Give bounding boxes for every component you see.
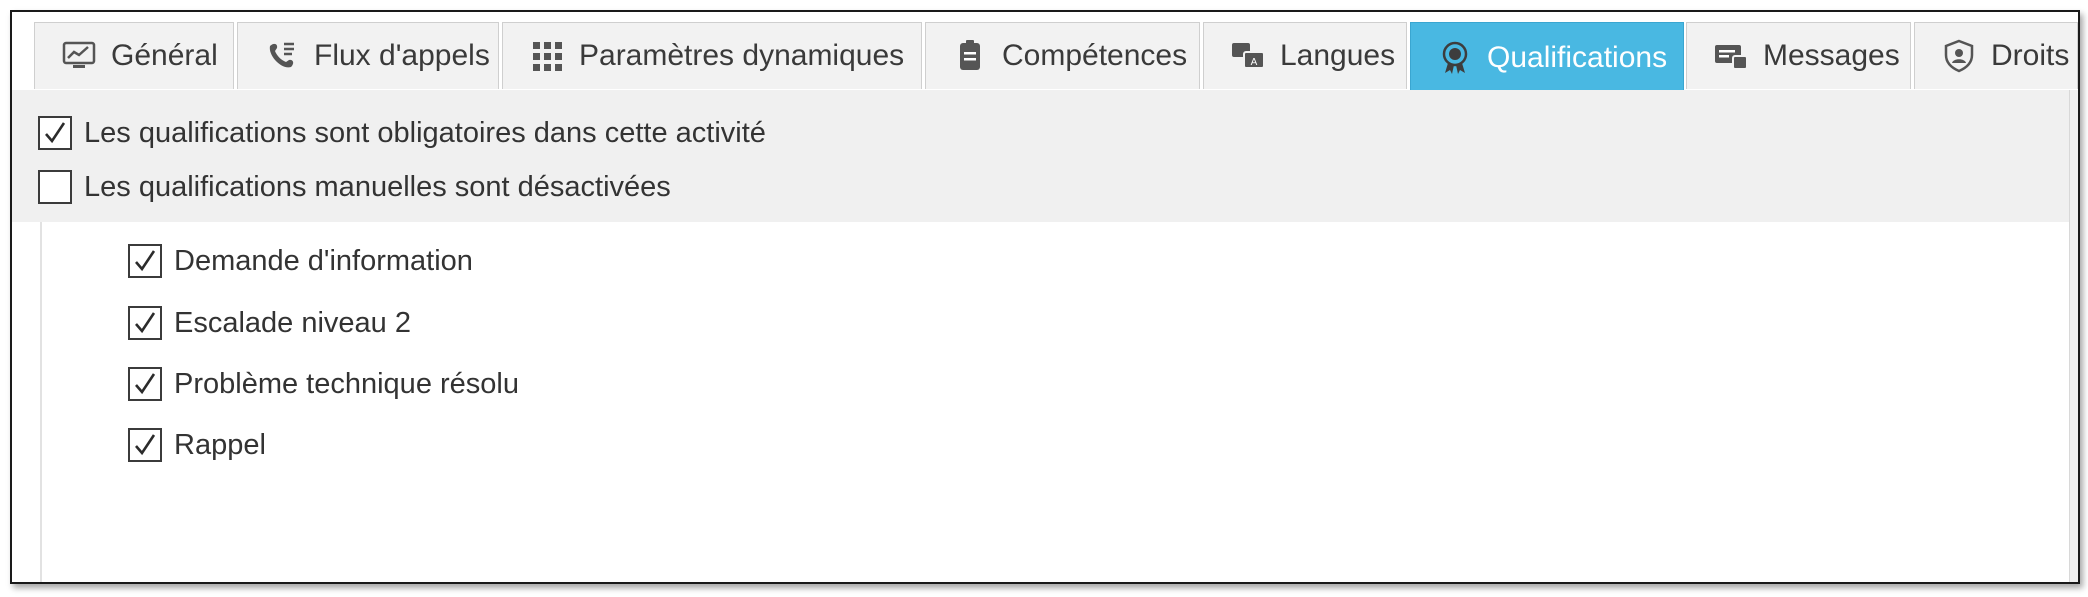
mandatory-qualifications-option[interactable]: Les qualifications sont obligatoires dan… xyxy=(38,116,766,150)
tab-label: Messages xyxy=(1763,39,1900,72)
shield-user-icon xyxy=(1937,38,1981,74)
tab-label: Général xyxy=(111,39,218,72)
manual-qualifications-disabled-option[interactable]: Les qualifications manuelles sont désact… xyxy=(38,170,671,204)
tab-langues[interactable]: A Langues xyxy=(1203,22,1407,89)
qualification-label: Demande d'information xyxy=(174,244,473,277)
scrollbar-track[interactable] xyxy=(2069,90,2078,582)
tab-messages[interactable]: Messages xyxy=(1686,22,1911,89)
tab-qualifications[interactable]: Qualifications xyxy=(1410,22,1684,92)
award-ribbon-icon xyxy=(1433,40,1477,76)
tab-parametres-dynamiques[interactable]: Paramètres dynamiques xyxy=(502,22,922,89)
manual-qualifications-disabled-checkbox[interactable] xyxy=(38,170,72,204)
tab-label: Droits xyxy=(1991,39,2070,72)
manual-qualifications-disabled-label: Les qualifications manuelles sont désact… xyxy=(84,170,671,203)
call-flow-icon xyxy=(260,38,304,74)
qualification-checkbox[interactable] xyxy=(128,367,162,401)
list-item[interactable]: Escalade niveau 2 xyxy=(128,306,411,340)
qualifications-list: Demande d'information Escalade niveau 2 … xyxy=(40,222,2078,582)
tab-label: Paramètres dynamiques xyxy=(579,39,905,72)
list-item[interactable]: Rappel xyxy=(128,428,266,462)
qualification-checkbox[interactable] xyxy=(128,306,162,340)
tab-competences[interactable]: Compétences xyxy=(925,22,1200,89)
message-card-icon xyxy=(1709,38,1753,74)
mandatory-qualifications-checkbox[interactable] xyxy=(38,116,72,150)
tab-label: Langues xyxy=(1280,39,1396,72)
activity-options-panel: Les qualifications sont obligatoires dan… xyxy=(12,90,2078,222)
qualification-checkbox[interactable] xyxy=(128,244,162,278)
tab-droits[interactable]: Droits xyxy=(1914,22,2078,89)
translate-icon: A xyxy=(1226,38,1270,74)
tab-general[interactable]: Général xyxy=(34,22,234,89)
grid-dots-icon xyxy=(525,38,569,74)
tab-strip: Général Flux d'appels Paramètres dynamiq… xyxy=(12,12,2078,92)
monitor-chart-icon xyxy=(57,38,101,74)
list-item[interactable]: Problème technique résolu xyxy=(128,367,519,401)
mandatory-qualifications-label: Les qualifications sont obligatoires dan… xyxy=(84,116,766,149)
qualification-label: Escalade niveau 2 xyxy=(174,306,411,339)
svg-text:A: A xyxy=(1251,57,1258,68)
qualification-label: Rappel xyxy=(174,428,266,461)
tab-flux-appels[interactable]: Flux d'appels xyxy=(237,22,499,89)
qualifications-window: Général Flux d'appels Paramètres dynamiq… xyxy=(10,10,2080,584)
tab-label: Flux d'appels xyxy=(314,39,490,72)
list-item[interactable]: Demande d'information xyxy=(128,244,473,278)
tab-label: Compétences xyxy=(1002,39,1188,72)
badge-skills-icon xyxy=(948,38,992,74)
qualification-label: Problème technique résolu xyxy=(174,367,519,400)
qualification-checkbox[interactable] xyxy=(128,428,162,462)
tab-label: Qualifications xyxy=(1487,40,1668,74)
